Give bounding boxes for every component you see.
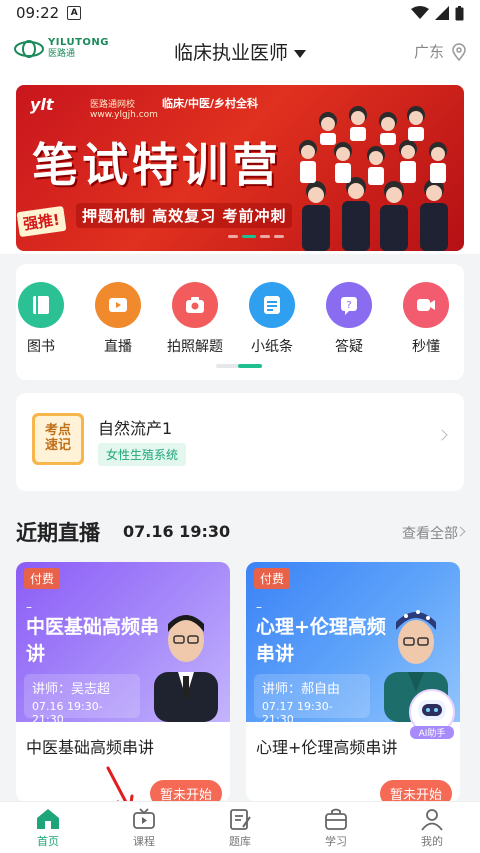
location-label: 广东 xyxy=(413,43,444,61)
exam-selector[interactable]: 临床执业医师 xyxy=(0,38,480,65)
tab-label-home: 首页 xyxy=(37,835,59,848)
svg-text:?: ? xyxy=(346,300,351,311)
quick-menu-scroll-indicator xyxy=(216,364,262,368)
paid-badge: 付费 xyxy=(254,568,291,589)
live-heading: 近期直播 xyxy=(16,521,100,545)
qa-icon: ? xyxy=(326,282,372,328)
bag-icon xyxy=(325,808,347,830)
knowledge-card[interactable]: 考点 速记 自然流产1 女性生殖系统 xyxy=(16,393,464,491)
quick-item-qa[interactable]: ? 答疑 xyxy=(314,282,384,356)
cover-title: 中医基础高频串讲 xyxy=(26,616,160,665)
status-bar: 09:22 A xyxy=(0,0,480,26)
status-icons xyxy=(411,5,464,21)
status-button[interactable]: 暂未开始 xyxy=(149,780,222,802)
tab-label-courses: 课程 xyxy=(133,835,155,848)
caret-down-icon xyxy=(294,49,306,58)
bottom-tab-bar: 首页 课程 题库 学习 我的 xyxy=(0,801,480,853)
tab-label-study: 学习 xyxy=(325,835,347,848)
wifi-icon xyxy=(411,6,429,19)
view-all-link[interactable]: 查看全部 xyxy=(402,523,458,543)
person-icon xyxy=(421,809,443,831)
live-title: 心理+伦理高频串讲 xyxy=(256,738,398,757)
tab-home[interactable]: 首页 xyxy=(0,802,96,853)
edit-icon xyxy=(230,809,251,830)
note-icon xyxy=(249,282,295,328)
knowledge-badge: 考点 速记 xyxy=(32,413,84,465)
location-selector[interactable]: 广东 xyxy=(414,41,466,62)
quick-label-instant: 秒懂 xyxy=(412,339,440,355)
quick-item-books[interactable]: 图书 xyxy=(6,282,76,356)
banner-slogan: 押题机制 高效复习 考前冲刺 xyxy=(76,203,293,228)
banner-tag: 强推! xyxy=(16,205,67,238)
cover-dash: – xyxy=(26,600,32,614)
teacher-portrait xyxy=(154,615,218,722)
banner-people-image xyxy=(299,106,448,251)
live-section-header: 近期直播 07.16 19:30 查看全部 xyxy=(16,517,466,547)
location-pin-icon xyxy=(452,42,466,61)
knowledge-title: 自然流产1 xyxy=(98,419,173,438)
banner-headline: 笔试特训营 xyxy=(32,138,282,192)
exam-title: 临床执业医师 xyxy=(173,42,288,64)
quick-label-live: 直播 xyxy=(104,339,132,355)
quick-item-live[interactable]: 直播 xyxy=(83,282,153,356)
play-icon xyxy=(95,282,141,328)
notification-icon: A xyxy=(67,6,82,20)
tab-courses[interactable]: 课程 xyxy=(96,802,192,853)
banner-brand: ylt xyxy=(30,95,54,114)
status-time: 09:22 xyxy=(16,4,60,22)
book-icon xyxy=(18,282,64,328)
camera-icon xyxy=(172,282,218,328)
teacher-box: 讲师：吴志超 07.16 19:30-21:30 xyxy=(24,674,140,726)
chevron-right-icon xyxy=(436,429,448,441)
teacher-box: 讲师：郝自由 07.17 19:30-21:30 xyxy=(254,674,370,726)
cover-dash: – xyxy=(256,600,262,614)
tab-label-question-bank: 题库 xyxy=(229,835,251,848)
quick-label-photo-solve: 拍照解题 xyxy=(167,339,223,355)
live-cover: 付费 – 中医基础高频串讲 讲师：吴志超 07.16 19:30-21:30 xyxy=(16,562,230,726)
quick-item-photo-solve[interactable]: 拍照解题 xyxy=(160,282,230,356)
paid-badge: 付费 xyxy=(24,568,61,589)
banner-section: ylt 医路通网校 www.ylgjh.com 临床/中医/乡村全科 笔试特训营 … xyxy=(0,76,480,254)
banner-brand-name: 医路通网校 www.ylgjh.com xyxy=(90,100,158,120)
svg-text:AI助手: AI助手 xyxy=(419,727,446,739)
ai-helper-button[interactable]: AI助手 xyxy=(404,688,460,740)
status-button[interactable]: 暂未开始 xyxy=(379,780,452,802)
teacher-name: 讲师：吴志超 xyxy=(32,682,111,697)
quick-label-notes: 小纸条 xyxy=(251,339,293,355)
video-icon xyxy=(403,282,449,328)
teacher-name: 讲师：郝自由 xyxy=(262,682,341,697)
tv-icon xyxy=(133,808,155,829)
live-card[interactable]: 付费 – 心理+伦理高频串讲 讲师：郝自由 07.17 19:30-21:30 … xyxy=(246,562,460,802)
home-icon xyxy=(37,809,59,829)
tab-label-mine: 我的 xyxy=(421,835,443,848)
promo-banner[interactable]: ylt 医路通网校 www.ylgjh.com 临床/中医/乡村全科 笔试特训营 … xyxy=(16,85,464,251)
banner-categories: 临床/中医/乡村全科 xyxy=(162,97,259,110)
quick-label-books: 图书 xyxy=(27,339,55,355)
battery-icon xyxy=(455,5,464,20)
quick-item-instant[interactable]: 秒懂 xyxy=(391,282,461,356)
live-schedule: 07.16 19:30-21:30 xyxy=(32,700,103,726)
quick-label-qa: 答疑 xyxy=(335,339,363,355)
tab-study[interactable]: 学习 xyxy=(288,802,384,853)
signal-icon xyxy=(435,6,449,20)
app-header: YILUTONG 医路通 临床执业医师 广东 xyxy=(0,26,480,76)
tab-mine[interactable]: 我的 xyxy=(384,802,480,853)
banner-pagination xyxy=(228,235,284,238)
live-schedule: 07.17 19:30-21:30 xyxy=(262,700,333,726)
quick-item-notes[interactable]: 小纸条 xyxy=(237,282,307,356)
cover-title: 心理+伦理高频串讲 xyxy=(256,616,386,665)
tab-question-bank[interactable]: 题库 xyxy=(192,802,288,853)
live-title: 中医基础高频串讲 xyxy=(26,738,155,757)
knowledge-tag: 女性生殖系统 xyxy=(98,443,187,466)
live-time: 07.16 19:30 xyxy=(123,522,231,541)
robot-icon: AI助手 xyxy=(409,689,455,739)
